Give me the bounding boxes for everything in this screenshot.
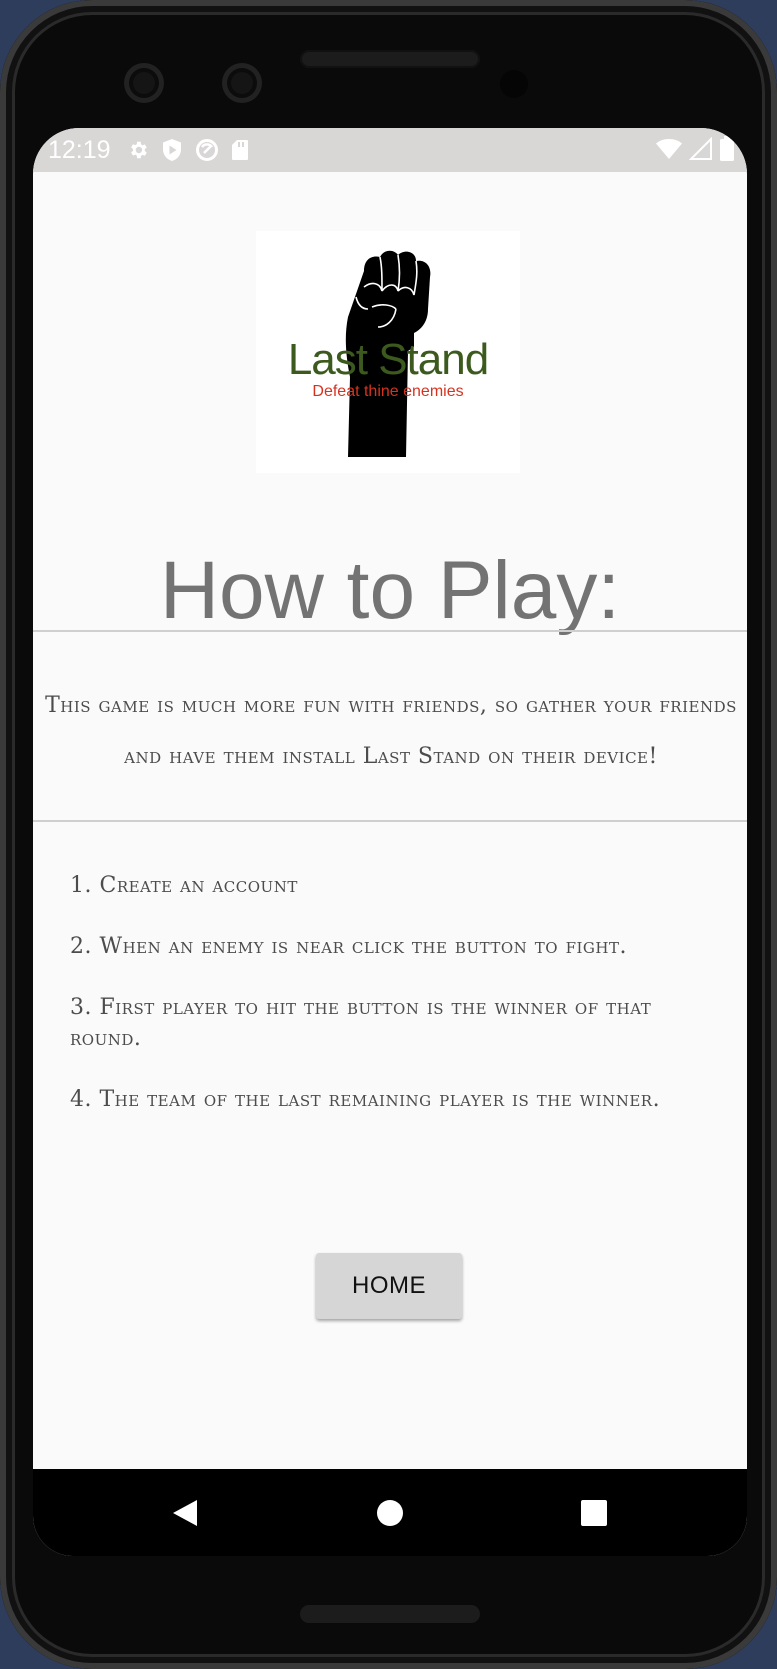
shield-play-icon — [161, 138, 183, 162]
step-item: 1. Create an account — [70, 873, 298, 898]
recents-icon[interactable] — [549, 1469, 639, 1556]
wifi-icon — [655, 137, 683, 165]
battery-icon — [719, 136, 735, 166]
signal-icon — [688, 136, 713, 165]
logo-subtitle: Defeat thine enemies — [312, 383, 464, 400]
home-circle-icon[interactable] — [345, 1469, 435, 1556]
sd-card-icon — [231, 139, 249, 161]
front-sensor — [222, 63, 262, 103]
earpiece-speaker — [300, 50, 480, 68]
status-time: 12:19 — [48, 135, 111, 164]
proximity-sensor — [500, 70, 528, 98]
logo-title: Last Stand — [287, 335, 489, 384]
intro-text: This game is much more fun with friends,… — [45, 693, 737, 769]
phone-frame: 12:19 Last Stand Defeat thine enemies Ho… — [0, 0, 777, 1669]
step-item: 3. First player to hit the button is the… — [70, 995, 652, 1051]
bottom-speaker — [300, 1605, 480, 1623]
app-logo: Last Stand Defeat thine enemies — [256, 231, 520, 473]
divider — [33, 820, 747, 822]
step-item: 4. The team of the last remaining player… — [70, 1087, 661, 1112]
navigation-bar — [33, 1469, 747, 1556]
divider — [33, 630, 747, 632]
circle-slash-icon — [195, 138, 219, 162]
home-button[interactable]: HOME — [316, 1253, 462, 1319]
page-title: How to Play: — [159, 545, 621, 636]
step-item: 2. When an enemy is near click the butto… — [70, 934, 627, 959]
status-bar: 12:19 — [33, 128, 747, 172]
steps-list: 1. Create an account 2. When an enemy is… — [70, 870, 710, 1145]
front-camera — [124, 63, 164, 103]
back-icon[interactable] — [140, 1469, 230, 1556]
screen: 12:19 Last Stand Defeat thine enemies Ho… — [33, 128, 747, 1556]
gear-icon — [127, 139, 149, 161]
